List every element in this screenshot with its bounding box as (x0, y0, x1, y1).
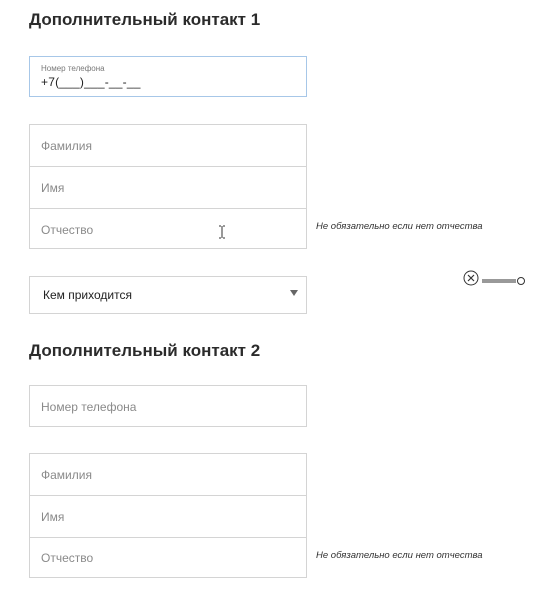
contact-1-phone-input[interactable]: +7(___)___-__-__ (41, 75, 141, 89)
chevron-down-icon (290, 290, 298, 296)
contact-2-phone-field[interactable]: Номер телефона (29, 385, 307, 427)
contact-1-last-name-field[interactable]: Фамилия (30, 125, 306, 166)
contact-1-middle-name-hint: Не обязательно если нет отчества (316, 221, 483, 232)
contact-2-last-name-placeholder: Фамилия (41, 468, 92, 482)
contact-2-middle-name-hint: Не обязательно если нет отчества (316, 550, 483, 561)
contact-2-name-group: Фамилия Имя Отчество (29, 453, 307, 578)
contact-1-middle-name-placeholder: Отчество (41, 223, 94, 237)
contact-1-relation-select[interactable]: Кем приходится (29, 276, 307, 314)
contact-2-last-name-field[interactable]: Фамилия (30, 454, 306, 495)
contact-1-heading: Дополнительный контакт 1 (29, 10, 261, 29)
contact-1-name-group: Фамилия Имя Отчество (29, 124, 307, 249)
contact-2-first-name-field[interactable]: Имя (30, 496, 306, 537)
contact-1-relation-value: Кем приходится (43, 288, 132, 302)
contact-1-last-name-placeholder: Фамилия (41, 139, 92, 153)
text-cursor-icon (218, 225, 226, 239)
slider-handle-icon[interactable] (482, 273, 527, 285)
contact-2-middle-name-placeholder: Отчество (41, 551, 94, 565)
contact-1-middle-name-field[interactable]: Отчество (30, 209, 306, 249)
contact-1-first-name-field[interactable]: Имя (30, 167, 306, 208)
contact-1-first-name-placeholder: Имя (41, 181, 65, 195)
contact-2-phone-placeholder: Номер телефона (41, 400, 137, 414)
contact-2-middle-name-field[interactable]: Отчество (30, 538, 306, 578)
close-circle-icon[interactable] (463, 270, 479, 286)
contact-1-phone-field[interactable]: Номер телефона +7(___)___-__-__ (29, 56, 307, 97)
contact-2-heading: Дополнительный контакт 2 (29, 341, 261, 360)
contact-2-first-name-placeholder: Имя (41, 510, 65, 524)
contact-1-phone-label: Номер телефона (41, 64, 105, 73)
